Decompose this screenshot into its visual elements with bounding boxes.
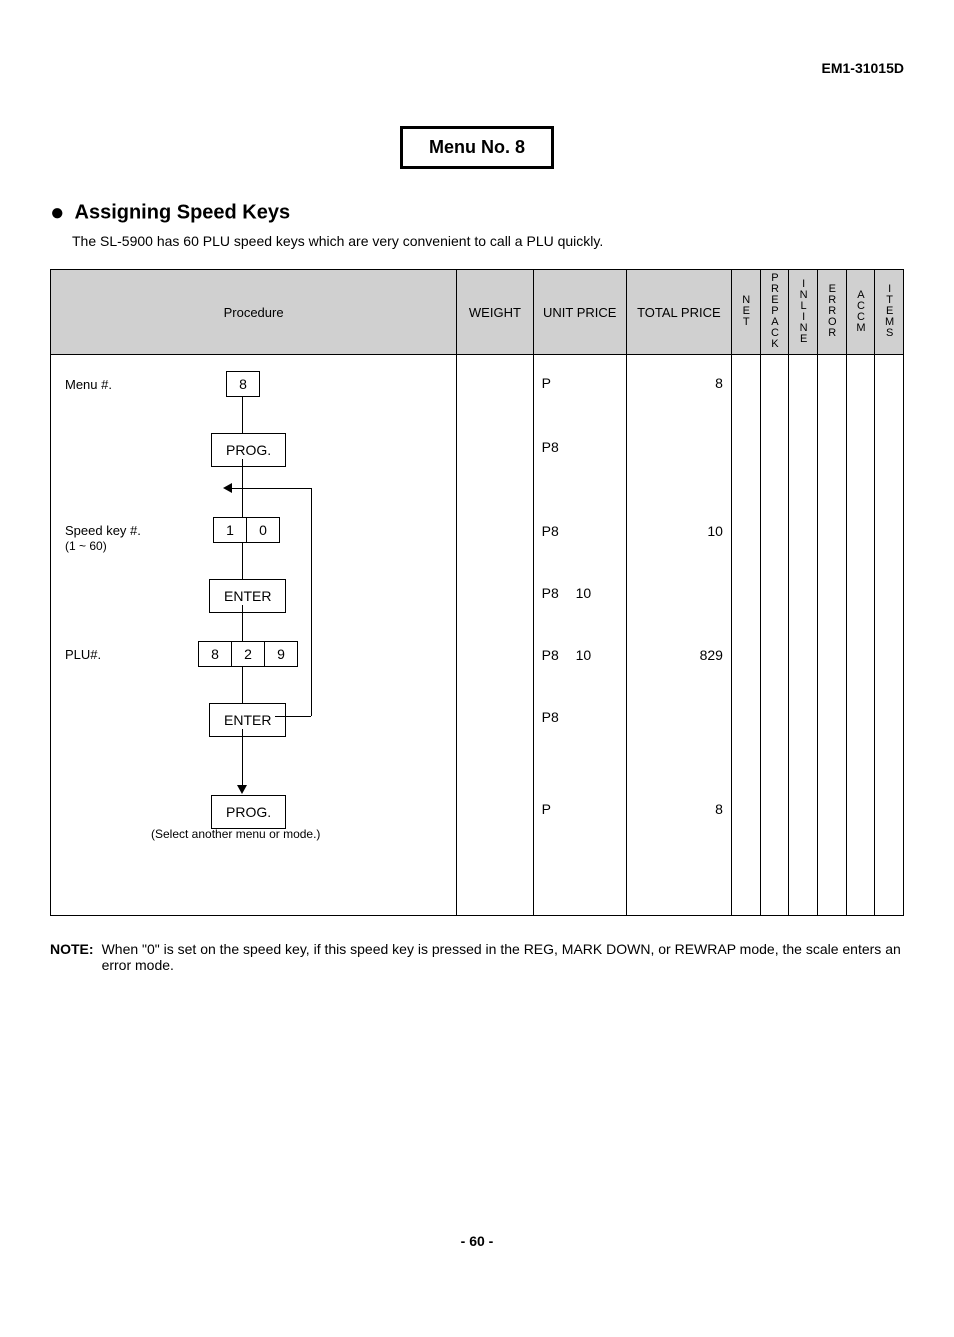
select-note: (Select another menu or mode.) <box>151 827 320 841</box>
key-8b: 8 <box>198 641 232 667</box>
key-enter-1: ENTER <box>209 579 286 613</box>
header-unit-price: UNIT PRICE <box>533 270 626 355</box>
intro-text: The SL-5900 has 60 PLU speed keys which … <box>72 233 904 249</box>
procedure-cell: Menu #. 8 PROG. Speed key #. (1 ~ <box>51 355 457 916</box>
page-number: - 60 - <box>50 1233 904 1249</box>
inline-cell <box>789 355 818 916</box>
unit-price-cell: P P8 P8 P8 10 P8 10 P8 P <box>533 355 626 916</box>
header-items: ITEMS <box>875 270 904 355</box>
label-plu-no: PLU#. <box>65 647 101 662</box>
key-prog-final: PROG. <box>211 795 286 829</box>
note-block: NOTE: When "0" is set on the speed key, … <box>50 941 904 973</box>
procedure-table: Procedure WEIGHT UNIT PRICE TOTAL PRICE … <box>50 269 904 916</box>
prepack-cell <box>760 355 789 916</box>
menu-number-box: Menu No. 8 <box>400 126 554 169</box>
header-procedure: Procedure <box>51 270 457 355</box>
net-cell <box>731 355 760 916</box>
accm-cell <box>846 355 875 916</box>
section-heading: ● Assigning Speed Keys <box>50 199 904 227</box>
header-error: ERROR <box>817 270 846 355</box>
key-0: 0 <box>247 517 280 543</box>
header-prepack: PREPACK <box>760 270 789 355</box>
document-id: EM1-31015D <box>50 60 904 76</box>
key-2: 2 <box>232 641 265 667</box>
key-8: 8 <box>226 371 260 397</box>
header-inline: INLINE <box>789 270 818 355</box>
total-price-cell: 8 10 829 8 <box>626 355 731 916</box>
note-label: NOTE: <box>50 941 94 973</box>
label-speed-key: Speed key #. <box>65 523 141 538</box>
key-9: 9 <box>265 641 298 667</box>
header-total-price: TOTAL PRICE <box>626 270 731 355</box>
items-cell <box>875 355 904 916</box>
key-enter-2: ENTER <box>209 703 286 737</box>
header-weight: WEIGHT <box>457 270 533 355</box>
header-net: NET <box>731 270 760 355</box>
label-menu-no: Menu #. <box>65 377 112 392</box>
error-cell <box>817 355 846 916</box>
label-speed-key-range: (1 ~ 60) <box>65 539 107 553</box>
key-1: 1 <box>213 517 247 543</box>
weight-cell <box>457 355 533 916</box>
bullet-icon: ● <box>50 199 65 226</box>
section-title-text: Assigning Speed Keys <box>75 201 291 223</box>
note-text: When "0" is set on the speed key, if thi… <box>102 941 904 973</box>
header-accm: ACCM <box>846 270 875 355</box>
key-prog: PROG. <box>211 433 286 467</box>
